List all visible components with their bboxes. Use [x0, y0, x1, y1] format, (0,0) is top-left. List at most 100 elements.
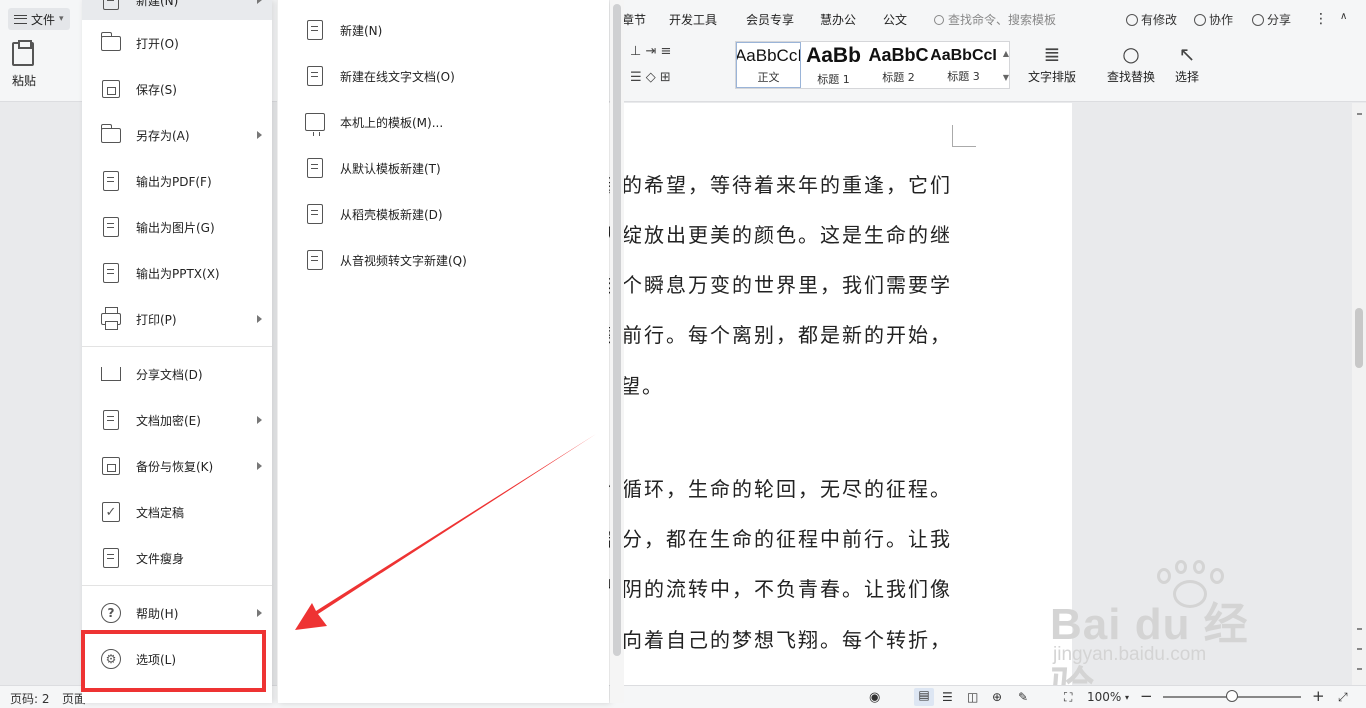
file-menu-item-open[interactable]: 打开(O) — [82, 23, 272, 63]
file-menu-item-export-image[interactable]: 输出为图片(G) — [82, 207, 272, 247]
collaborate-label: 协作 — [1209, 13, 1234, 27]
search-icon — [934, 15, 944, 25]
scroll-mark — [1357, 113, 1362, 115]
file-menu-item-label: 文档加密(E) — [136, 413, 201, 428]
submenu-item-local-template[interactable]: 本机上的模板(M)... — [278, 102, 598, 142]
chevron-down-icon: ▾ — [59, 14, 64, 24]
file-menu-item-print[interactable]: 打印(P) — [82, 299, 272, 339]
submenu-item-docer-template[interactable]: 从稻壳模板新建(D) — [278, 194, 598, 234]
more-icon[interactable]: ⋮ — [1314, 11, 1328, 27]
text-layout-button[interactable]: ≣ 文字排版 — [1028, 42, 1076, 85]
tab-chapter[interactable]: 章节 — [622, 11, 646, 28]
changes-label: 有修改 — [1141, 13, 1178, 27]
baidu-watermark: Bai du 经验 jingyan.baidu.com — [1045, 560, 1285, 708]
finalize-icon: ✓ — [100, 501, 122, 523]
submenu-scrollbar[interactable] — [610, 0, 624, 703]
style-heading-1[interactable]: AaBb 标题 1 — [801, 42, 866, 88]
find-replace-label: 查找替换 — [1107, 70, 1156, 84]
zoom-out-icon[interactable]: − — [1140, 687, 1153, 705]
fit-page-icon[interactable]: ⛶ — [1064, 690, 1072, 705]
save-icon — [100, 78, 122, 100]
file-menu-item-export-pptx[interactable]: 输出为PPTX(X) — [82, 253, 272, 293]
chevron-up-icon[interactable]: ▲ — [1003, 49, 1009, 58]
file-menu-button[interactable]: 文件 ▾ — [8, 8, 70, 30]
file-menu-item-label: 另存为(A) — [136, 128, 190, 143]
style-heading-3[interactable]: AaBbCcI 标题 3 — [931, 42, 996, 88]
style-preview: AaBbCcI — [736, 45, 801, 65]
new-online-doc-icon — [304, 65, 326, 87]
style-preview: AaBbC — [868, 45, 929, 65]
page-view-icon[interactable]: ▤ — [914, 688, 934, 706]
scroll-mark — [1357, 668, 1362, 670]
command-search[interactable]: 查找命令、搜索模板 — [934, 11, 1056, 28]
tab-member[interactable]: 会员专享 — [746, 11, 794, 28]
page-corner-mark — [952, 125, 976, 147]
file-menu-item-save-as[interactable]: 另存为(A) — [82, 115, 272, 155]
paste-button[interactable] — [12, 40, 34, 66]
chevron-right-icon — [257, 609, 262, 617]
tab-official-doc[interactable]: 公文 — [883, 11, 907, 28]
scroll-mark — [1357, 628, 1362, 630]
submenu-item-new[interactable]: 新建(N) — [278, 10, 598, 50]
file-menu-item-label: 输出为PDF(F) — [136, 174, 212, 189]
file-menu-item-new[interactable]: 新建(N) — [82, 0, 272, 20]
submenu-item-label: 从默认模板新建(T) — [340, 161, 441, 176]
share-button[interactable]: 分享 — [1252, 11, 1291, 28]
style-label: 正文 — [757, 70, 780, 84]
gallery-scroll[interactable]: ▲ ▼ — [1000, 41, 1012, 89]
fullscreen-icon[interactable]: ⤢ — [1338, 690, 1348, 705]
file-menu-item-share[interactable]: 分享文档(D) — [82, 354, 272, 394]
local-template-icon — [304, 111, 326, 136]
cursor-icon: ↖ — [1178, 42, 1196, 66]
submenu-item-default-template[interactable]: 从默认模板新建(T) — [278, 148, 598, 188]
select-button[interactable]: ↖ 选择 — [1175, 42, 1199, 85]
cloud-icon — [1126, 13, 1138, 26]
pen-icon[interactable]: ✎ — [1018, 690, 1028, 704]
slim-icon — [100, 547, 122, 569]
folder-icon — [100, 31, 122, 54]
file-menu-item-save[interactable]: 保存(S) — [82, 69, 272, 109]
file-menu-item-label: 文档定稿 — [136, 505, 185, 520]
zoom-level[interactable]: 100% — [1087, 690, 1121, 704]
eye-protect-icon[interactable]: ◉ — [869, 690, 880, 705]
web-view-icon[interactable]: ⊕ — [992, 690, 1002, 704]
submenu-item-media-to-text[interactable]: 从音视频转文字新建(Q) — [278, 240, 598, 280]
file-menu-item-slim[interactable]: 文件瘦身 — [82, 538, 272, 578]
file-menu-item-label: 分享文档(D) — [136, 367, 203, 382]
outline-view-icon[interactable]: ☰ — [942, 690, 953, 704]
printer-icon — [100, 307, 122, 330]
file-menu-item-finalize[interactable]: ✓ 文档定稿 — [82, 492, 272, 532]
style-normal[interactable]: AaBbCcI 正文 — [736, 42, 801, 88]
changes-button[interactable]: 有修改 — [1126, 11, 1177, 28]
file-menu-item-export-pdf[interactable]: 输出为PDF(F) — [82, 161, 272, 201]
vertical-scrollbar[interactable] — [1352, 103, 1366, 685]
find-replace-button[interactable]: ○ 查找替换 — [1107, 42, 1155, 85]
file-menu-item-label: 保存(S) — [136, 82, 177, 97]
submenu-item-new-online[interactable]: 新建在线文字文档(O) — [278, 56, 598, 96]
file-menu-item-backup[interactable]: 备份与恢复(K) — [82, 446, 272, 486]
paragraph-tools-icon[interactable]: ⊥ ⇥ ≡ — [630, 44, 671, 59]
scrollbar-thumb[interactable] — [1355, 308, 1363, 368]
file-menu-item-label: 打开(O) — [136, 36, 179, 51]
collapse-icon[interactable]: ∧ — [1340, 11, 1347, 22]
file-menu-item-label: 备份与恢复(K) — [136, 459, 214, 474]
zoom-slider-handle[interactable] — [1226, 690, 1238, 702]
new-doc-icon — [100, 0, 122, 11]
file-menu-item-label: 打印(P) — [136, 312, 177, 327]
style-heading-2[interactable]: AaBbC 标题 2 — [866, 42, 931, 88]
read-mode-icon[interactable]: ◫ — [967, 690, 978, 704]
file-menu-item-help[interactable]: ? 帮助(H) — [82, 593, 272, 633]
chevron-down-icon[interactable]: ▼ — [1003, 73, 1009, 82]
tab-smart-office[interactable]: 慧办公 — [820, 11, 856, 28]
submenu-scrollbar-thumb[interactable] — [613, 4, 621, 656]
chevron-down-icon[interactable]: ▾ — [1125, 693, 1129, 702]
file-menu-item-encrypt[interactable]: 文档加密(E) — [82, 400, 272, 440]
paste-label: 粘贴 — [12, 74, 37, 88]
pptx-export-icon — [100, 262, 122, 284]
shading-tools-icon[interactable]: ☰ ◇ ⊞ — [630, 70, 671, 85]
backup-icon — [100, 455, 122, 477]
file-menu-item-label: 文件瘦身 — [136, 551, 185, 566]
tab-developer[interactable]: 开发工具 — [669, 11, 717, 28]
collaborate-button[interactable]: 协作 — [1194, 11, 1233, 28]
zoom-in-icon[interactable]: + — [1312, 687, 1325, 705]
